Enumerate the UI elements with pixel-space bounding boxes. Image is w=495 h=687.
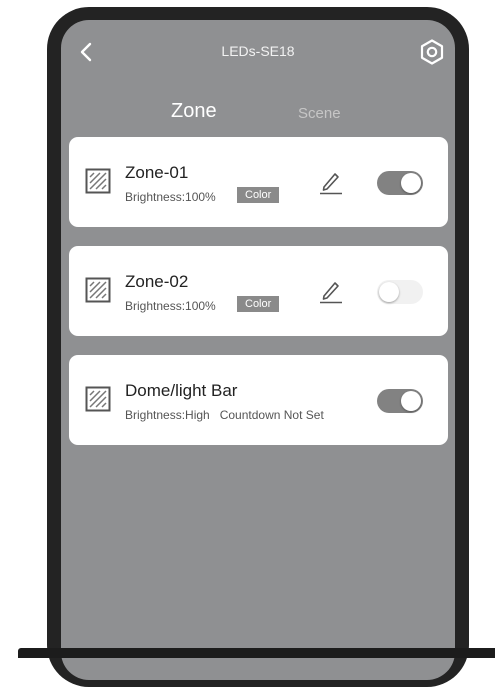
zone-name: Zone-01 xyxy=(125,163,189,182)
zone-toggle[interactable] xyxy=(377,389,423,413)
zone-pattern-icon xyxy=(85,168,111,194)
app-screen: LEDs-SE18 Zone Scene Zone-01 Brightness:… xyxy=(61,20,455,680)
edit-icon[interactable] xyxy=(319,278,343,304)
top-bar: LEDs-SE18 xyxy=(61,20,455,80)
color-button[interactable]: Color xyxy=(237,187,280,203)
zone-pattern-icon xyxy=(85,277,111,303)
zone-name: Dome/light Bar xyxy=(125,381,238,400)
zone-card[interactable]: Zone-02 Brightness:100% Color xyxy=(69,246,448,336)
tab-bar: Zone Scene xyxy=(61,100,455,141)
tab-zone[interactable]: Zone xyxy=(171,100,217,123)
zone-brightness: Brightness:100% xyxy=(125,299,216,313)
tab-scene[interactable]: Scene xyxy=(298,105,341,122)
zone-card[interactable]: Zone-01 Brightness:100% Color xyxy=(69,137,448,227)
zone-toggle[interactable] xyxy=(377,280,423,304)
zone-pattern-icon xyxy=(85,386,111,412)
zone-brightness: Brightness:100% xyxy=(125,190,216,204)
zone-card[interactable]: Dome/light Bar Brightness:High Countdown… xyxy=(69,355,448,445)
color-button[interactable]: Color xyxy=(237,296,280,312)
zone-brightness: Brightness:High Countdown Not Set xyxy=(125,408,324,422)
edit-icon[interactable] xyxy=(319,169,343,195)
device-edge xyxy=(18,648,495,658)
zone-toggle[interactable] xyxy=(377,171,423,195)
toggle-knob xyxy=(401,391,421,411)
toggle-knob xyxy=(401,173,421,193)
zone-name: Zone-02 xyxy=(125,272,189,291)
toggle-knob xyxy=(379,282,399,302)
page-title: LEDs-SE18 xyxy=(221,43,295,59)
gear-icon[interactable] xyxy=(419,39,445,65)
